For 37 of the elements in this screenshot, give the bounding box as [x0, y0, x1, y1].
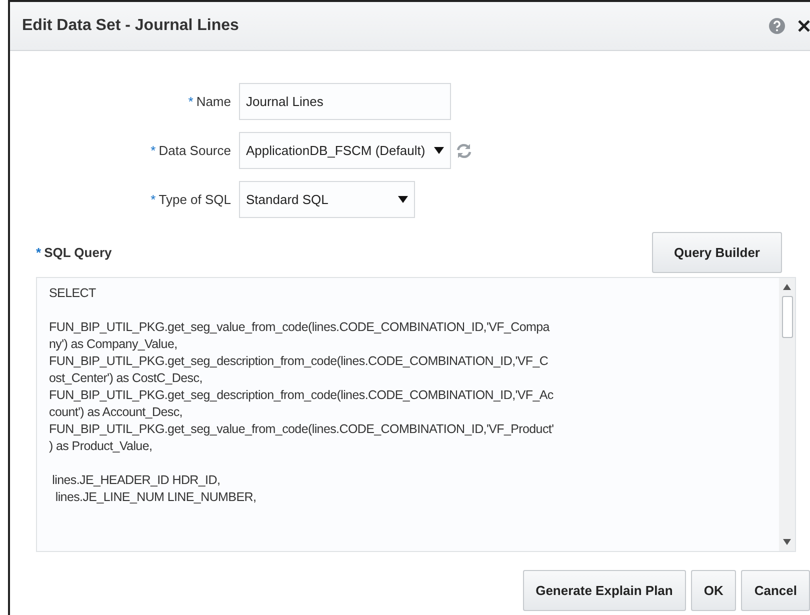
name-input[interactable]: Journal Lines: [239, 83, 451, 120]
dropdown[interactable]: Standard SQL: [239, 181, 415, 218]
required-marker: *: [150, 143, 156, 158]
scrollbar[interactable]: [779, 278, 795, 551]
caret-icon: [434, 147, 444, 154]
refresh-icon[interactable]: [455, 142, 473, 160]
code-line: FUN_BIP_UTIL_PKG.get_seg_description_from_code(lines.CODE_COMBINATION_ID,'VF_C: [49, 353, 548, 370]
code-line: lines.JE_LINE_NUM LINE_NUMBER,: [54, 489, 256, 506]
code-line: ) as Product_Value,: [49, 438, 152, 455]
dialog-button[interactable]: Generate Explain Plan: [522, 570, 686, 611]
field-label: Data Source: [158, 143, 231, 158]
field-label: Name: [196, 94, 231, 109]
scroll-thumb[interactable]: [782, 296, 792, 338]
dialog-button[interactable]: OK: [690, 570, 736, 611]
code-line: ny') as Company_Value,: [49, 336, 178, 353]
code-line: FUN_BIP_UTIL_PKG.get_seg_value_from_code(lines.CODE_COMBINATION_ID,'VF_Product': [49, 421, 554, 438]
scroll-down-icon[interactable]: [783, 539, 791, 545]
code-line: FUN_BIP_UTIL_PKG.get_seg_description_from_code(lines.CODE_COMBINATION_ID,'VF_Ac: [49, 387, 554, 404]
caret-icon: [398, 196, 408, 203]
help-icon[interactable]: [768, 17, 786, 35]
window-title: Edit Data Set - Journal Lines: [22, 17, 239, 35]
code-line: count') as Account_Desc,: [49, 404, 182, 421]
code-line: lines.JE_HEADER_ID HDR_ID,: [51, 472, 220, 489]
close-icon[interactable]: [798, 19, 810, 33]
code-line: ost_Center') as CostC_Desc,: [49, 370, 202, 387]
field-label: SQL Query: [44, 245, 112, 260]
code-line: FUN_BIP_UTIL_PKG.get_seg_value_from_code(lines.CODE_COMBINATION_ID,'VF_Compa: [49, 319, 550, 336]
query-builder-button[interactable]: Query Builder: [652, 232, 782, 273]
required-marker: *: [188, 94, 194, 109]
sql-editor[interactable]: [36, 277, 796, 552]
required-marker: *: [36, 245, 42, 260]
dropdown[interactable]: ApplicationDB_FSCM (Default): [239, 132, 451, 169]
field-label: Type of SQL: [158, 192, 231, 207]
code-line: SELECT: [49, 285, 96, 302]
dialog-button[interactable]: Cancel: [741, 570, 810, 611]
scroll-up-icon[interactable]: [783, 284, 791, 290]
required-marker: *: [150, 192, 156, 207]
